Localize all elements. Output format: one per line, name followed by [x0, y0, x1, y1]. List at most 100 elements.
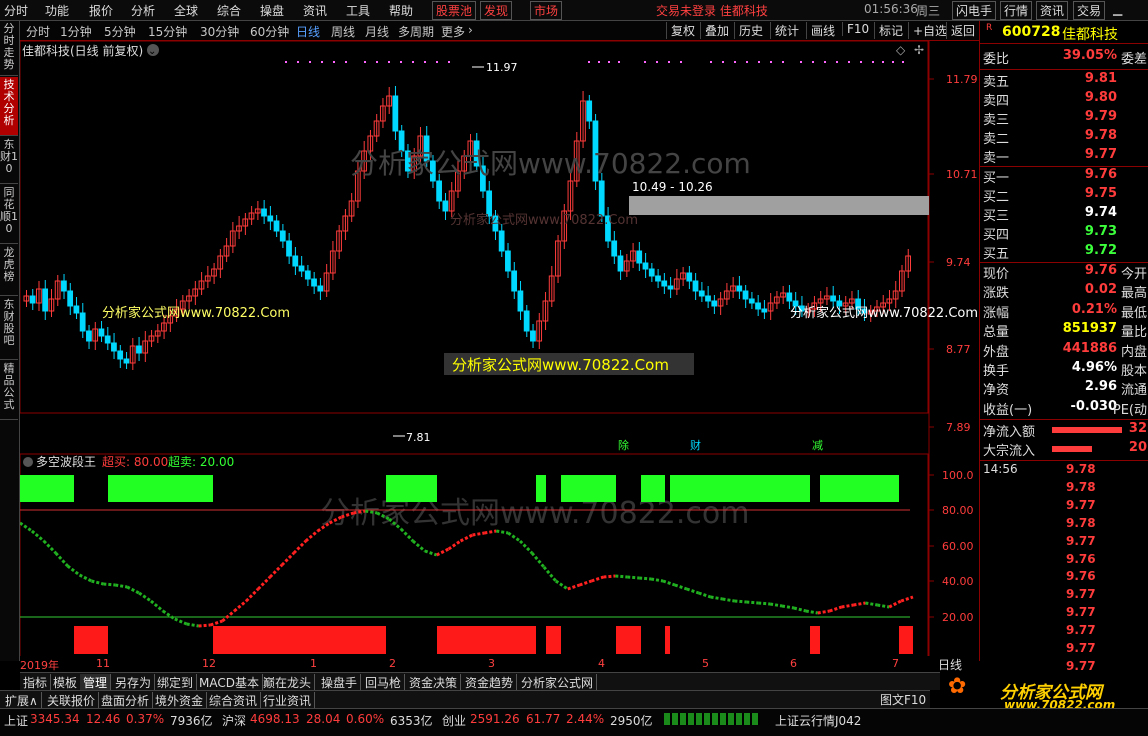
sh-value: 3345.34 [30, 712, 80, 726]
tool-zixuan[interactable]: +自选 [908, 22, 947, 39]
period-5min[interactable]: 5分钟 [104, 23, 136, 40]
sz-label[interactable]: 沪深 [222, 712, 246, 729]
candle-body [598, 180, 605, 217]
indicator-green-bar [561, 475, 616, 502]
bid-price: 9.75 [1084, 186, 1117, 201]
date-label-4: 2 [389, 657, 396, 670]
window-minimize-icon[interactable]: ▁ [1113, 2, 1122, 16]
left-tab-longhubang[interactable]: 龙虎榜 [0, 245, 18, 296]
period-1min[interactable]: 1分钟 [60, 23, 92, 40]
sh-label[interactable]: 上证 [4, 712, 28, 729]
tool-lishi[interactable]: 历史 [734, 22, 763, 39]
info-tab[interactable]: 盘面分析 [98, 692, 154, 709]
chart-diamond-icon[interactable]: ◇ [896, 43, 906, 57]
kline-chart-svg[interactable]: 11.79 10.71 9.74 8.77 7.89 10.49 - 10.26 11.… [19, 40, 978, 662]
tool-f10[interactable]: F10 [842, 22, 869, 36]
indicator-tab[interactable]: 指标 [20, 674, 52, 691]
bid-label: 买一 [983, 171, 1010, 186]
indicator-line-segment [30, 529, 45, 543]
event-cai[interactable]: 财 [690, 438, 701, 452]
period-daily[interactable]: 日线 [296, 23, 320, 40]
indicator-line-segment [138, 591, 152, 603]
menu-fenshi[interactable]: 分时 [4, 2, 28, 19]
tool-huaxian[interactable]: 画线 [806, 22, 835, 39]
tool-fuquan[interactable]: 复权 [666, 22, 695, 39]
event-jian[interactable]: 减 [812, 439, 823, 452]
info-tab[interactable]: 综合资讯 [206, 692, 262, 709]
event-chu[interactable]: 除 [618, 438, 629, 452]
indicator-tab[interactable]: MACD基本 [196, 674, 263, 691]
left-tab-fenshi[interactable]: 分时走势 [0, 21, 18, 76]
menu-faxian[interactable]: 发现 [480, 1, 513, 20]
market-breadth-bar [664, 713, 760, 725]
menu-zixun-right[interactable]: 资讯 [1036, 1, 1069, 20]
signal-dot [710, 61, 712, 63]
f10-button[interactable]: 图文F10 [880, 691, 926, 708]
stat-label2: 流通 [1120, 383, 1147, 399]
indicator-tab[interactable]: 操盘手 [318, 674, 362, 691]
period-30min[interactable]: 30分钟 [200, 23, 239, 40]
menu-jiaoyi[interactable]: 交易 [1073, 1, 1106, 20]
left-tab-guba[interactable]: 东财股吧 [0, 297, 18, 360]
left-tab-jishu[interactable]: 技术分析 [0, 77, 18, 136]
tool-diejia[interactable]: 叠加 [700, 22, 729, 39]
info-tab[interactable]: 境外资金 [152, 692, 208, 709]
indicator-line-segment [103, 582, 116, 587]
menu-quanqiu[interactable]: 全球 [174, 2, 198, 19]
indicator-line-segment [853, 601, 866, 607]
menu-zixun[interactable]: 资讯 [303, 2, 327, 19]
date-axis-mode[interactable]: 日线 [938, 656, 962, 673]
menu-shichang[interactable]: 市场 [530, 1, 563, 20]
quote-header: R 600728 佳都科技 [980, 21, 1148, 44]
left-tab-tonghuashun[interactable]: 同花顺10 [0, 185, 18, 244]
menu-baojia[interactable]: 报价 [89, 2, 113, 19]
indicator-tab[interactable]: 资金决策 [406, 674, 462, 691]
menu-gongneng[interactable]: 功能 [45, 2, 69, 19]
indicator-tab[interactable]: 分析家公式网 [518, 674, 598, 691]
menu-bangzhu[interactable]: 帮助 [389, 2, 413, 19]
indicator-tab[interactable]: 管理 [80, 674, 112, 691]
menu-caopan[interactable]: 操盘 [260, 2, 284, 19]
indicator-tab[interactable]: 另存为 [112, 674, 156, 691]
indicator-line-segment [650, 577, 664, 583]
cy-label[interactable]: 创业 [442, 712, 466, 729]
menu-fenxi[interactable]: 分析 [131, 2, 155, 19]
info-tab[interactable]: 扩展∧ [2, 692, 42, 709]
left-tab-dongcai[interactable]: 东财10 [0, 137, 18, 184]
indicator-tab[interactable]: 回马枪 [362, 674, 406, 691]
chart-pin-icon[interactable]: ✢ [914, 43, 924, 57]
ask-label: 卖五 [983, 75, 1010, 90]
menu-gupiaochi[interactable]: 股票池 [432, 1, 477, 20]
menu-shandianshou[interactable]: 闪电手 [952, 1, 997, 20]
period-60min[interactable]: 60分钟 [250, 23, 289, 40]
indicator-tab[interactable]: 巅在龙头 [260, 674, 316, 691]
indicator-tab[interactable]: 模板 [50, 674, 82, 691]
tool-biaoji[interactable]: 标记 [874, 22, 903, 39]
tool-fanhui[interactable]: 返回 [946, 22, 975, 39]
period-monthly[interactable]: 月线 [365, 23, 389, 40]
period-multi[interactable]: 多周期 [398, 23, 434, 40]
ticker-text[interactable]: 上证云行情J042 [775, 712, 861, 729]
menu-zonghe[interactable]: 综合 [217, 2, 241, 19]
tick-row: 14:56 9.78 [982, 462, 1147, 480]
period-more[interactable]: 更多 [441, 23, 465, 40]
stat-value: 0.02 [1084, 282, 1117, 298]
info-tab[interactable]: 行业资讯 [260, 692, 316, 709]
stat-label2: 量比 [1120, 325, 1147, 341]
indicator-tab[interactable]: 绑定到 [154, 674, 198, 691]
menu-hangqing[interactable]: 行情 [1000, 1, 1033, 20]
candle-body [705, 295, 711, 302]
info-tab[interactable]: 关联报价 [44, 692, 100, 709]
period-15min[interactable]: 15分钟 [148, 23, 187, 40]
indicator-tab[interactable]: 资金趋势 [462, 674, 518, 691]
period-fenshi[interactable]: 分时 [26, 23, 50, 40]
low-price-label: 7.81 [406, 431, 431, 444]
chart-area[interactable]: 11.79 10.71 9.74 8.77 7.89 10.49 - 10.26 11.… [19, 40, 978, 662]
cy-value: 2591.26 [470, 712, 520, 726]
tool-tongji[interactable]: 统计 [770, 22, 799, 39]
more-chevron-icon[interactable]: › [468, 23, 473, 37]
menu-gongju[interactable]: 工具 [346, 2, 370, 19]
left-tab-jingpin[interactable]: 精品公式 [0, 361, 18, 420]
period-weekly[interactable]: 周线 [331, 23, 355, 40]
indicator-settings-icon[interactable] [23, 457, 33, 467]
